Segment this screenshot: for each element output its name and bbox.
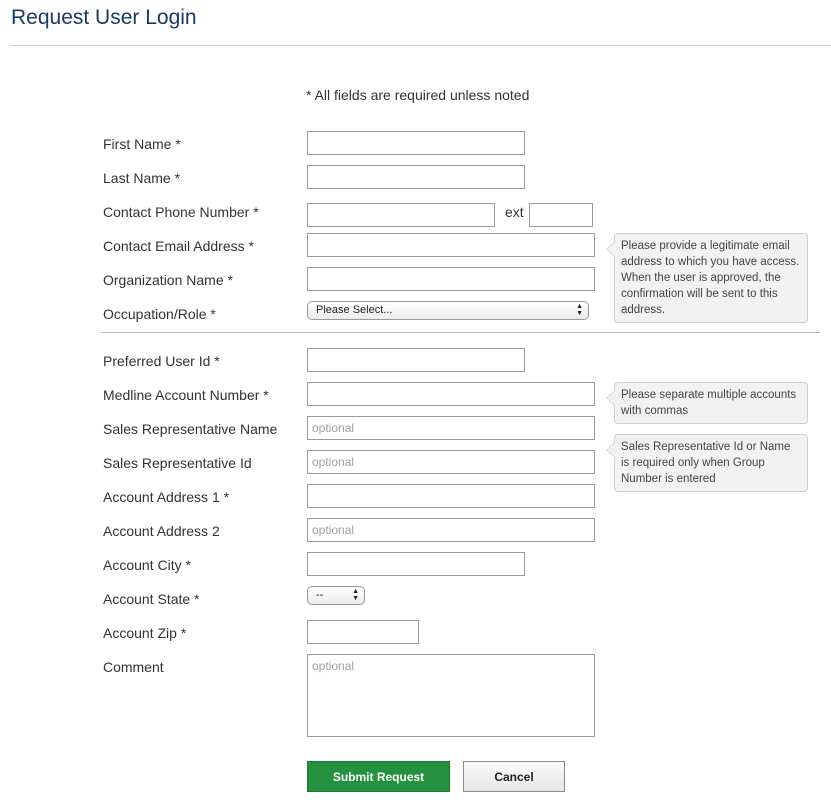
state-select[interactable]: -- ▲ ▼ (307, 586, 365, 605)
zip-input[interactable] (307, 620, 419, 644)
occupation-label: Occupation/Role * (103, 306, 216, 322)
occupation-select[interactable]: Please Select... ▲ ▼ (307, 301, 589, 320)
last-name-input[interactable] (307, 165, 525, 189)
first-name-input[interactable] (307, 131, 525, 155)
zip-label: Account Zip * (103, 625, 187, 641)
cancel-button[interactable]: Cancel (463, 761, 565, 792)
first-name-label: First Name * (103, 136, 181, 152)
select-arrows-icon: ▲ ▼ (352, 588, 359, 602)
select-arrows-icon: ▲ ▼ (576, 303, 583, 317)
organization-label: Organization Name * (103, 272, 233, 288)
sales-rep-name-input[interactable] (307, 416, 595, 440)
medline-account-input[interactable] (307, 382, 595, 406)
address2-input[interactable] (307, 518, 595, 542)
phone-input[interactable] (307, 203, 495, 227)
organization-input[interactable] (307, 267, 595, 291)
last-name-label: Last Name * (103, 170, 181, 186)
state-selected-value: -- (316, 589, 324, 601)
state-label: Account State * (103, 591, 200, 607)
user-id-label: Preferred User Id * (103, 353, 220, 369)
comment-label: Comment (103, 659, 164, 675)
accounts-tooltip: Please separate multiple accounts with c… (606, 382, 808, 424)
phone-ext-label: ext (505, 204, 524, 220)
address2-label: Account Address 2 (103, 523, 220, 539)
address1-label: Account Address 1 * (103, 489, 230, 505)
address1-input[interactable] (307, 484, 595, 508)
medline-account-label: Medline Account Number * (103, 387, 269, 403)
section-divider (101, 332, 820, 333)
city-label: Account City * (103, 557, 191, 573)
phone-ext-input[interactable] (529, 203, 593, 227)
email-input[interactable] (307, 233, 595, 257)
email-label: Contact Email Address * (103, 238, 254, 254)
city-input[interactable] (307, 552, 525, 576)
comment-textarea[interactable] (307, 654, 595, 737)
phone-label: Contact Phone Number * (103, 204, 259, 220)
sales-rep-name-label: Sales Representative Name (103, 421, 278, 437)
title-divider (11, 45, 831, 46)
occupation-selected-value: Please Select... (316, 304, 393, 316)
sales-rep-tooltip: Sales Representative Id or Name is requi… (606, 434, 808, 492)
required-fields-note: * All fields are required unless noted (306, 87, 530, 103)
sales-rep-id-label: Sales Representative Id (103, 455, 252, 471)
sales-rep-id-input[interactable] (307, 450, 595, 474)
user-id-input[interactable] (307, 348, 525, 372)
email-tooltip: Please provide a legitimate email addres… (606, 233, 808, 323)
page-title: Request User Login (11, 6, 197, 29)
submit-request-button[interactable]: Submit Request (307, 761, 450, 792)
